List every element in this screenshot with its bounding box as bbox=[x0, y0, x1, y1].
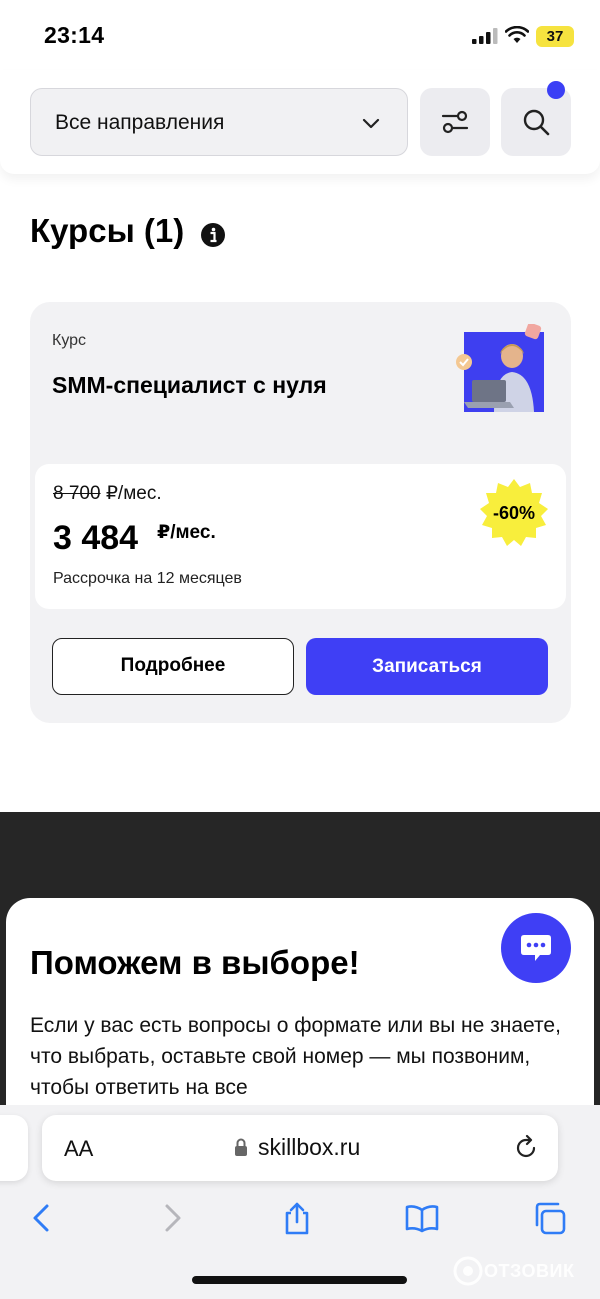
installment-note: Рассрочка на 12 месяцев bbox=[53, 570, 242, 587]
status-bar: 23:14 37 bbox=[0, 0, 600, 70]
status-time: 23:14 bbox=[44, 22, 105, 48]
search-button[interactable] bbox=[501, 88, 571, 156]
notification-dot bbox=[547, 81, 565, 99]
help-title: Поможем в выборе! bbox=[30, 944, 360, 981]
old-price: 8 700 ₽/мес. bbox=[53, 482, 162, 505]
course-name[interactable]: SMM-специалист с нуля bbox=[52, 372, 327, 399]
old-price-value: 8 700 bbox=[53, 483, 101, 504]
page-title: Курсы (1) bbox=[30, 212, 185, 249]
course-illustration bbox=[456, 324, 544, 412]
home-indicator bbox=[192, 1276, 407, 1284]
battery-indicator: 37 bbox=[536, 26, 574, 47]
watermark-text: ОТЗОВИК bbox=[484, 1261, 575, 1281]
direction-select-label: Все направления bbox=[55, 111, 225, 134]
forward-icon[interactable] bbox=[155, 1201, 189, 1235]
help-text: Если у вас есть вопросы о формате или вы… bbox=[30, 1014, 561, 1099]
new-price-unit: ₽/мес. bbox=[157, 522, 216, 543]
share-icon[interactable] bbox=[280, 1201, 314, 1235]
search-icon bbox=[523, 109, 550, 136]
new-price: 3 484 bbox=[53, 519, 139, 557]
lock-icon bbox=[235, 1138, 247, 1156]
filter-icon bbox=[441, 110, 469, 134]
course-type: Курс bbox=[52, 332, 87, 349]
reader-options-button[interactable]: AA bbox=[64, 1136, 93, 1162]
price-box: 8 700 ₽/мес. 3 484 ₽/мес. Рассрочка на 1… bbox=[35, 464, 566, 609]
address-bar[interactable]: AA skillbox.ru bbox=[42, 1115, 558, 1181]
chat-button[interactable] bbox=[501, 913, 571, 983]
direction-select[interactable]: Все направления bbox=[30, 88, 408, 156]
tabs-icon[interactable] bbox=[533, 1201, 567, 1235]
filter-button[interactable] bbox=[420, 88, 490, 156]
filter-bar: Все направления bbox=[0, 70, 600, 174]
previous-tab-peek[interactable] bbox=[0, 1115, 28, 1181]
old-price-unit: ₽/мес. bbox=[100, 483, 162, 504]
course-card[interactable]: Курс SMM-специалист с нуля 8 700 ₽/мес. … bbox=[30, 302, 571, 723]
signal-icon bbox=[472, 28, 498, 44]
bookmarks-icon[interactable] bbox=[405, 1201, 439, 1235]
chevron-down-icon bbox=[362, 118, 380, 129]
reload-icon[interactable] bbox=[512, 1134, 540, 1162]
enroll-button[interactable]: Записаться bbox=[306, 638, 548, 695]
back-icon[interactable] bbox=[25, 1201, 59, 1235]
info-icon[interactable] bbox=[200, 222, 226, 248]
discount-badge: -60% bbox=[492, 503, 536, 523]
chat-icon bbox=[521, 935, 551, 961]
wifi-icon bbox=[505, 26, 529, 43]
url-text[interactable]: skillbox.ru bbox=[258, 1134, 360, 1161]
details-button[interactable]: Подробнее bbox=[52, 638, 294, 695]
